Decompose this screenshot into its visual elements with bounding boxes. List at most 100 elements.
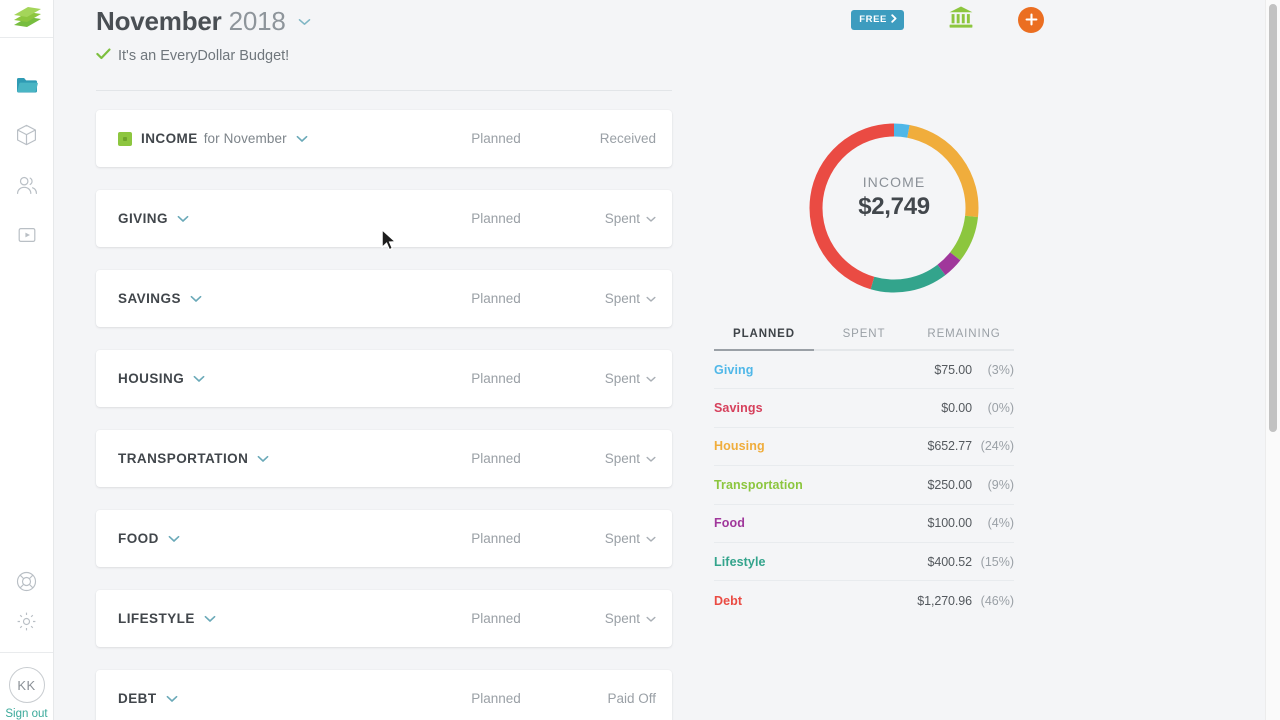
budget-year: 2018 (228, 6, 286, 36)
budget-card-planned-label: Planned (471, 131, 521, 146)
chevron-down-icon[interactable] (646, 531, 656, 546)
budget-card-debt[interactable]: DEBT Planned Paid Off (96, 670, 672, 720)
legend-category-name: Savings (714, 401, 763, 416)
budget-card-secondary-label: Spent (552, 611, 656, 626)
summary-legend: Giving $75.00 (3%) Savings $0.00 (0%) Housing $… (714, 351, 1014, 620)
chevron-down-icon[interactable] (168, 531, 180, 546)
sidebar-item-box[interactable] (12, 120, 42, 150)
scrollbar-thumb[interactable] (1269, 4, 1277, 432)
budget-card-savings[interactable]: SAVINGS Planned Spent (96, 270, 672, 327)
budget-card-name: DEBT (118, 691, 157, 706)
legend-category-name: Housing (714, 439, 765, 454)
sidebar-item-people[interactable] (12, 170, 42, 200)
life-ring-icon (16, 571, 37, 591)
budget-card-giving[interactable]: GIVING Planned Spent (96, 190, 672, 247)
budget-card-name: INCOME (141, 131, 198, 146)
budget-card-secondary-text: Spent (604, 531, 640, 546)
budget-card-title: INCOME for November (118, 131, 308, 146)
budget-card-planned-label: Planned (471, 611, 521, 626)
budget-card-suffix: for November (203, 131, 287, 146)
donut-segment-lifestyle[interactable] (870, 264, 946, 293)
donut-segment-giving[interactable] (893, 123, 910, 138)
budget-card-secondary-label: Spent (552, 291, 656, 306)
budget-card-secondary-label: Spent (552, 371, 656, 386)
budget-card-lifestyle[interactable]: LIFESTYLE Planned Spent (96, 590, 672, 647)
sidebar-divider (0, 652, 53, 653)
chevron-down-icon[interactable] (646, 291, 656, 306)
legend-row-debt[interactable]: Debt $1,270.96 (46%) (714, 581, 1014, 619)
budget-card-name: SAVINGS (118, 291, 181, 306)
legend-percent: (15%) (980, 554, 1014, 569)
chevron-down-icon[interactable] (646, 211, 656, 226)
chevron-down-icon[interactable] (193, 371, 205, 386)
legend-row-transportation[interactable]: Transportation $250.00 (9%) (714, 466, 1014, 505)
chevron-down-icon[interactable] (646, 451, 656, 466)
chevron-down-icon[interactable] (204, 611, 216, 626)
legend-amount: $652.77 (927, 439, 973, 454)
legend-row-food[interactable]: Food $100.00 (4%) (714, 505, 1014, 543)
budget-card-secondary-text: Spent (604, 371, 640, 386)
legend-percent: (9%) (987, 477, 1014, 492)
income-swatch-icon (118, 131, 132, 146)
sidebar-item-help[interactable] (12, 566, 42, 596)
legend-row-lifestyle[interactable]: Lifestyle $400.52 (15%) (714, 543, 1014, 582)
legend-category-name: Transportation (714, 477, 803, 492)
budget-card-planned-label: Planned (471, 451, 521, 466)
legend-row-savings[interactable]: Savings $0.00 (0%) (714, 389, 1014, 428)
signout-link[interactable]: Sign out (5, 708, 47, 720)
tab-spent[interactable]: SPENT (814, 328, 914, 349)
chevron-down-icon[interactable] (190, 291, 202, 306)
vertical-scrollbar[interactable] (1265, 0, 1280, 720)
budget-card-transportation[interactable]: TRANSPORTATION Planned Spent (96, 430, 672, 487)
avatar-initials: KK (17, 677, 36, 693)
budget-card-food[interactable]: FOOD Planned Spent (96, 510, 672, 567)
chevron-down-icon[interactable] (296, 131, 308, 146)
legend-amount: $400.52 (927, 554, 973, 569)
sidebar-item-budget[interactable] (12, 70, 42, 100)
budget-card-secondary-label: Spent (552, 531, 656, 546)
active-tab-underline (714, 349, 814, 351)
app-logo[interactable] (0, 0, 53, 38)
check-icon (96, 48, 111, 64)
legend-category-name: Debt (714, 593, 743, 608)
folder-icon (16, 78, 38, 93)
chevron-down-icon[interactable] (646, 371, 656, 386)
avatar[interactable]: KK (8, 667, 45, 703)
budget-card-name: TRANSPORTATION (118, 451, 249, 466)
legend-percent: (46%) (980, 593, 1014, 608)
budget-card-planned-label: Planned (471, 691, 521, 706)
budget-card-secondary-label: Paid Off (552, 691, 656, 706)
legend-percent: (4%) (987, 516, 1014, 531)
budget-card-income[interactable]: INCOME for November Planned Received (96, 110, 672, 167)
chevron-down-icon[interactable] (298, 2, 311, 33)
budget-card-secondary-text: Paid Off (607, 691, 656, 706)
budget-month: November (96, 6, 222, 36)
sidebar-item-video[interactable] (12, 220, 42, 250)
donut-amount: $2,749 (858, 193, 930, 220)
legend-row-giving[interactable]: Giving $75.00 (3%) (714, 351, 1014, 390)
legend-amount: $100.00 (927, 516, 973, 531)
sidebar-item-settings[interactable] (12, 606, 42, 636)
sidebar: KK Sign out (0, 0, 54, 720)
budget-header: November 2018 It's an EveryDollar Budget… (96, 0, 672, 64)
chevron-down-icon[interactable] (177, 211, 189, 226)
budget-card-housing[interactable]: HOUSING Planned Spent (96, 350, 672, 407)
chevron-down-icon[interactable] (257, 451, 269, 466)
budget-card-secondary-text: Spent (604, 451, 640, 466)
tab-planned[interactable]: PLANNED (714, 328, 814, 349)
budget-card-secondary-text: Received (599, 131, 656, 146)
tab-remaining[interactable]: REMAINING (914, 328, 1014, 349)
budget-card-name: GIVING (118, 211, 168, 226)
chevron-down-icon[interactable] (646, 611, 656, 626)
page-title[interactable]: November 2018 (96, 0, 672, 37)
donut-segment-transportation[interactable] (949, 215, 978, 261)
budget-card-title: TRANSPORTATION (118, 451, 269, 466)
budget-card-title: HOUSING (118, 371, 205, 386)
chevron-down-icon[interactable] (166, 691, 178, 706)
legend-category-name: Food (714, 516, 745, 531)
legend-percent: (0%) (987, 401, 1014, 416)
budget-card-name: LIFESTYLE (118, 611, 195, 626)
donut-segment-food[interactable] (937, 252, 961, 276)
legend-row-housing[interactable]: Housing $652.77 (24%) (714, 428, 1014, 467)
budget-donut-chart: INCOME $2,749 (744, 108, 1044, 308)
